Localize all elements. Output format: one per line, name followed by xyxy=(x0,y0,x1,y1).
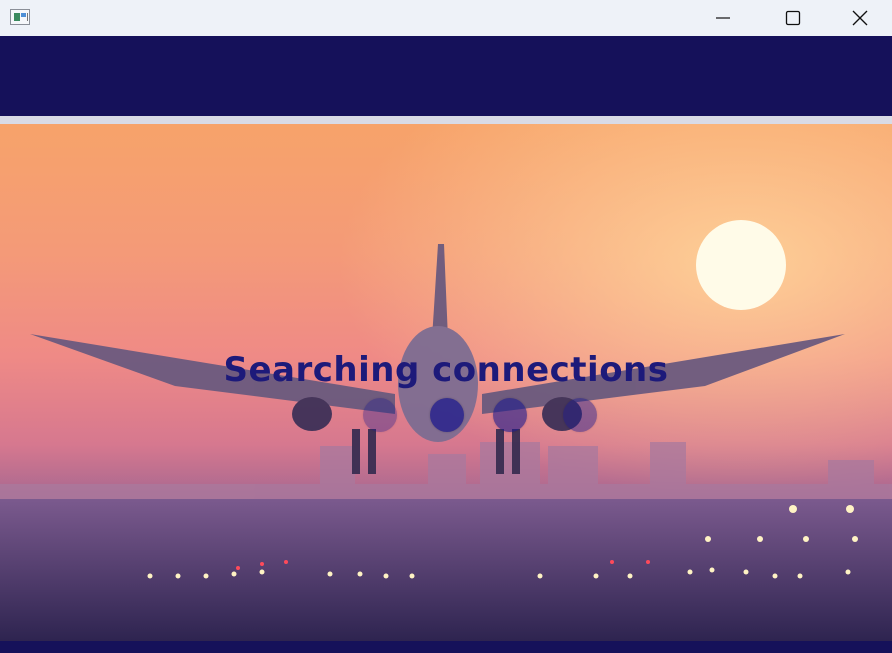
app-window: Searching connections xyxy=(0,0,892,653)
close-button[interactable] xyxy=(828,0,892,36)
footer-bar xyxy=(0,641,892,653)
header-divider xyxy=(0,116,892,124)
loading-dot-2 xyxy=(430,398,464,432)
loading-message: Searching connections xyxy=(223,350,669,390)
loading-dot-4 xyxy=(563,398,597,432)
maximize-button[interactable] xyxy=(758,0,828,36)
app-icon xyxy=(10,9,30,25)
loading-dot-1 xyxy=(363,398,397,432)
close-icon xyxy=(852,10,868,26)
loading-dot-3 xyxy=(493,398,527,432)
minimize-button[interactable] xyxy=(688,0,758,36)
sun-shape xyxy=(696,220,786,310)
header-bar xyxy=(0,36,892,116)
minimize-icon xyxy=(716,17,730,19)
maximize-icon xyxy=(785,10,801,26)
airplane-background-image: Searching connections xyxy=(0,124,892,641)
title-bar[interactable] xyxy=(0,0,892,36)
